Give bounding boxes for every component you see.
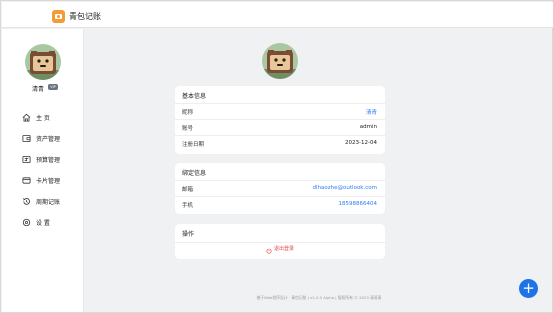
row-label: 账号 [182, 126, 194, 132]
sidebar-item-label: 周期记账 [36, 198, 61, 206]
operations-card: 操作 退出登录 [175, 224, 385, 259]
app-window: 青包记账 清青 VIP 主 页 资产管理 预算管理 卡片管理 周期记账 设 置 … [0, 0, 553, 313]
sidebar-item-label: 设 置 [36, 219, 50, 227]
email-value[interactable]: dlhaozhe@outlook.com [313, 185, 377, 191]
sidebar-item-label: 主 页 [36, 114, 50, 122]
top-bar: 青包记账 [2, 2, 553, 28]
card-title: 绑定信息 [182, 170, 207, 177]
phone-value[interactable]: 18598866404 [339, 201, 378, 207]
phone-row[interactable]: 手机 18598866404 [175, 196, 385, 212]
basic-info-card: 基本信息 昵称 清青 账号 admin 注册日期 2023-12-04 [175, 86, 385, 154]
app-title: 青包记账 [69, 12, 101, 21]
register-date-value: 2023-12-04 [345, 140, 377, 146]
user-name: 清青 [32, 86, 45, 93]
card-title: 操作 [182, 231, 195, 238]
sidebar-item-cards[interactable]: 卡片管理 [2, 170, 84, 190]
row-label: 注册日期 [182, 142, 205, 148]
vip-badge: VIP [48, 84, 58, 90]
settings-icon [21, 217, 31, 227]
sidebar-item-label: 卡片管理 [36, 177, 61, 185]
binding-info-card: 绑定信息 邮箱 dlhaozhe@outlook.com 手机 18598866… [175, 163, 385, 214]
wallet-icon [21, 133, 31, 143]
nickname-row[interactable]: 昵称 清青 [175, 103, 385, 119]
sidebar-item-settings[interactable]: 设 置 [2, 212, 84, 232]
register-date-row: 注册日期 2023-12-04 [175, 135, 385, 151]
sidebar-item-label: 资产管理 [36, 135, 61, 143]
sidebar-item-assets[interactable]: 资产管理 [2, 128, 84, 148]
footer-text: 基于Web程序设计 · 青包记账 | v1.0.0 Alpha | 版权所有 ©… [256, 295, 382, 300]
logout-icon [266, 239, 272, 258]
row-label: 手机 [182, 203, 194, 209]
main-content: 基本信息 昵称 清青 账号 admin 注册日期 2023-12-04 绑定信息… [85, 29, 553, 312]
logout-button[interactable]: 退出登录 [175, 242, 385, 254]
sidebar-item-budget[interactable]: 预算管理 [2, 149, 84, 169]
sidebar-item-home[interactable]: 主 页 [2, 107, 84, 127]
history-icon [21, 196, 31, 206]
card-title: 基本信息 [182, 93, 207, 100]
nickname-value[interactable]: 清青 [366, 108, 377, 116]
budget-icon [21, 154, 31, 164]
email-row[interactable]: 邮箱 dlhaozhe@outlook.com [175, 180, 385, 196]
logout-label: 退出登录 [273, 246, 294, 252]
card-icon [21, 175, 31, 185]
add-record-button[interactable]: + [519, 279, 538, 298]
sidebar: 清青 VIP 主 页 资产管理 预算管理 卡片管理 周期记账 设 置 [2, 29, 84, 312]
avatar[interactable] [25, 44, 61, 80]
sidebar-item-periodic[interactable]: 周期记账 [2, 191, 84, 211]
account-row: 账号 admin [175, 119, 385, 135]
home-icon [21, 112, 31, 122]
sidebar-item-label: 预算管理 [36, 156, 61, 164]
app-logo-icon [52, 10, 65, 23]
row-label: 昵称 [182, 110, 194, 116]
row-label: 邮箱 [182, 187, 194, 193]
account-value: admin [359, 124, 377, 130]
profile-avatar[interactable] [262, 43, 298, 79]
plus-icon: + [522, 279, 535, 297]
